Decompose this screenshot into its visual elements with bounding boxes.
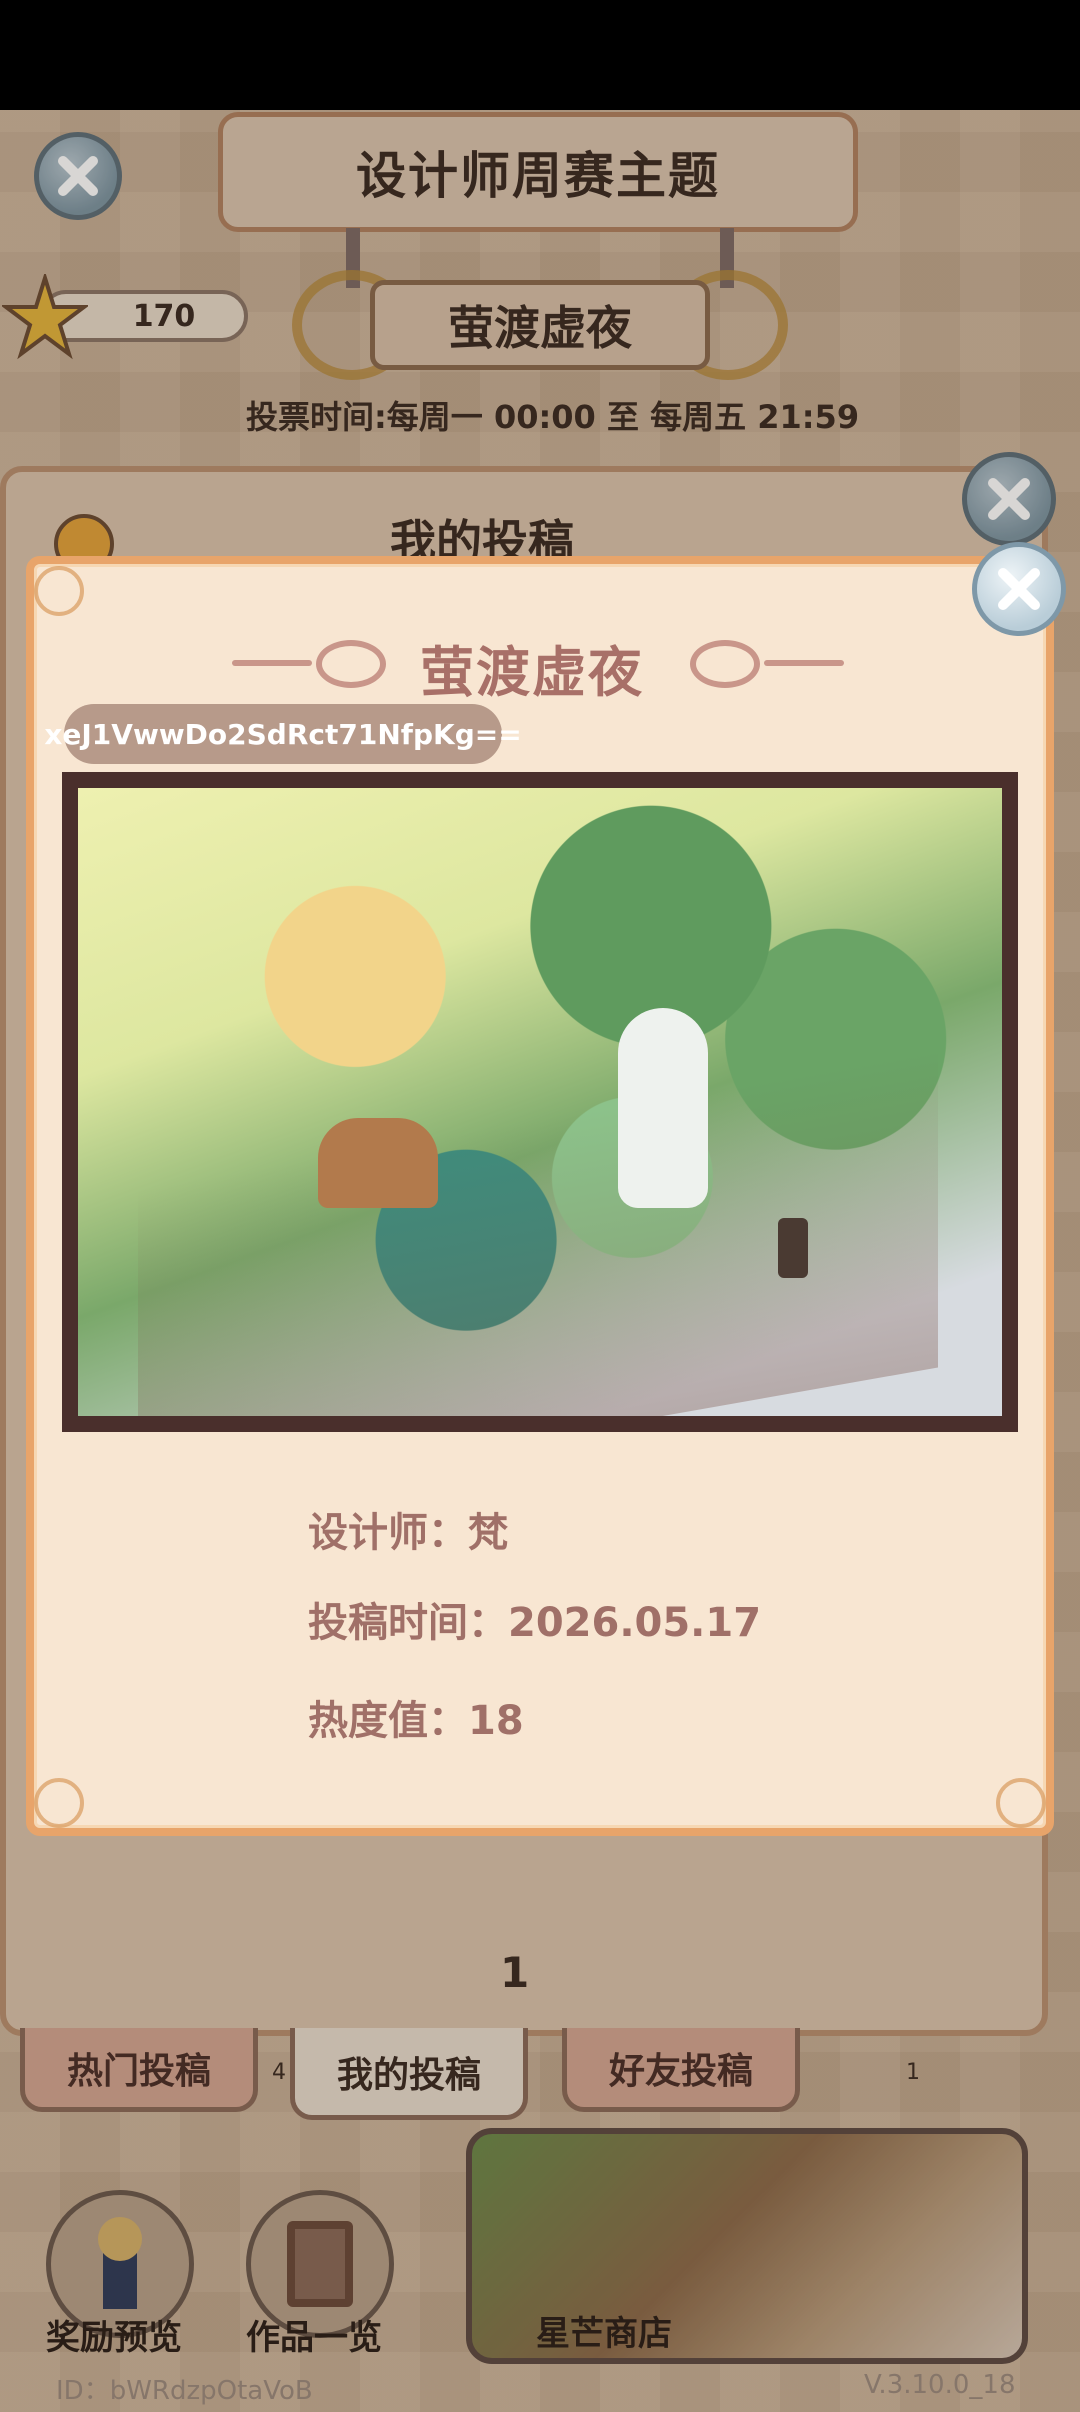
title-ornament-right xyxy=(690,640,760,688)
title-ornament-left-line xyxy=(232,660,312,666)
design-image xyxy=(78,788,1002,1416)
designer-text: 设计师：梵 xyxy=(308,1510,508,1556)
room-floor xyxy=(138,1047,938,1416)
corner-ornament xyxy=(34,1778,84,1828)
status-bar xyxy=(0,0,1080,110)
corner-ornament xyxy=(996,1778,1046,1828)
submit-time-text: 投稿时间：2026.05.17 xyxy=(308,1600,762,1646)
lantern-icon xyxy=(778,1218,808,1278)
close-icon xyxy=(998,568,1040,610)
title-ornament-right-line xyxy=(764,660,844,666)
corner-ornament xyxy=(34,566,84,616)
design-image-frame xyxy=(62,772,1018,1432)
modal-title: 萤渡虚夜 xyxy=(420,641,644,704)
statue xyxy=(618,1008,708,1208)
heat-text: 热度值：18 xyxy=(308,1698,524,1744)
share-code[interactable]: xeJ1VwwDo2SdRct71NfpKg== xyxy=(44,704,522,764)
title-ornament-left xyxy=(316,640,386,688)
modal-close-button[interactable] xyxy=(972,542,1066,636)
deer xyxy=(318,1118,438,1208)
